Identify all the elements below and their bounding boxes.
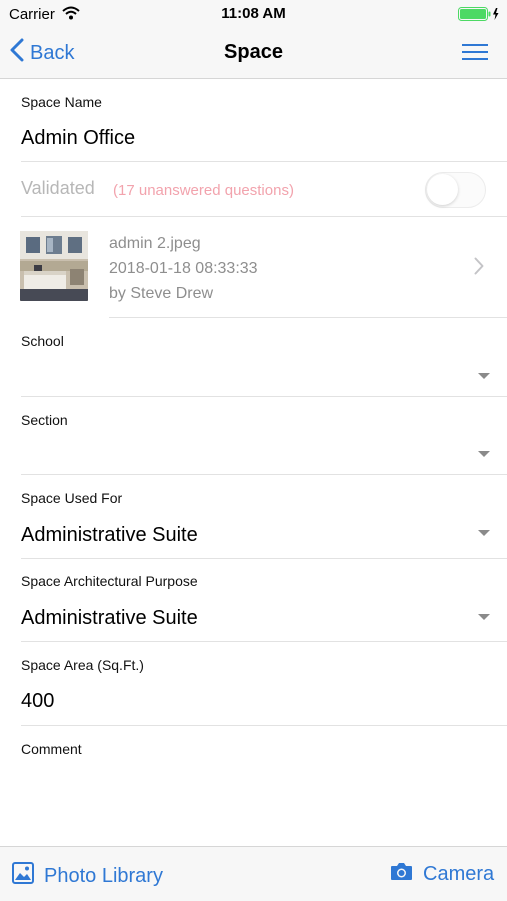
space-name-value[interactable]: Admin Office: [21, 127, 135, 150]
photo-author: by Steve Drew: [109, 285, 214, 302]
space-used-for-value: Administrative Suite: [21, 524, 198, 546]
section-label: Section: [21, 412, 68, 428]
photo-library-button[interactable]: Photo Library: [12, 862, 163, 890]
school-label: School: [21, 333, 64, 349]
status-bar: Carrier 11:08 AM: [0, 0, 507, 28]
space-used-for-label: Space Used For: [21, 490, 123, 506]
chevron-down-icon: [478, 614, 490, 620]
back-label: Back: [30, 41, 75, 64]
photo-datetime: 2018-01-18 08:33:33: [109, 260, 258, 277]
battery-icon: [458, 7, 500, 26]
page-title: Space: [224, 41, 283, 63]
unanswered-questions-note: (17 unanswered questions): [113, 182, 294, 199]
architectural-purpose-dropdown[interactable]: Space Architectural Purpose Administrati…: [0, 559, 507, 641]
photo-library-label: Photo Library: [44, 864, 163, 887]
divider: [21, 161, 507, 162]
camera-icon: [390, 862, 423, 887]
space-name-label: Space Name: [21, 94, 102, 110]
chevron-down-icon: [478, 373, 490, 379]
space-used-for-dropdown[interactable]: Space Used For Administrative Suite: [0, 475, 507, 558]
camera-label: Camera: [423, 863, 495, 885]
bottom-toolbar: Photo Library Camera: [0, 846, 507, 901]
space-area-value[interactable]: 400: [21, 690, 54, 713]
space-name-field[interactable]: Space Name Admin Office: [0, 79, 507, 161]
chevron-right-icon: [474, 257, 484, 280]
chevron-left-icon: [10, 38, 30, 68]
chevron-down-icon: [478, 451, 490, 457]
space-area-field[interactable]: Space Area (Sq.Ft.) 400: [0, 642, 507, 725]
section-dropdown[interactable]: Section: [0, 397, 507, 474]
toggle-knob: [427, 174, 458, 205]
comment-label: Comment: [21, 741, 82, 757]
architectural-purpose-label: Space Architectural Purpose: [21, 573, 198, 589]
camera-button[interactable]: Camera: [390, 862, 494, 887]
photo-library-icon: [12, 862, 44, 890]
school-dropdown[interactable]: School: [0, 318, 507, 396]
architectural-purpose-value: Administrative Suite: [21, 607, 198, 629]
validated-toggle[interactable]: [425, 172, 486, 208]
comment-field[interactable]: Comment: [0, 726, 507, 844]
space-area-label: Space Area (Sq.Ft.): [21, 657, 144, 673]
hamburger-menu-icon[interactable]: [462, 44, 488, 62]
back-button[interactable]: Back: [10, 38, 74, 68]
chevron-down-icon: [478, 530, 490, 536]
navigation-bar: Back Space: [0, 28, 507, 79]
validated-label: Validated: [21, 178, 95, 198]
photo-filename: admin 2.jpeg: [109, 235, 201, 252]
photo-thumbnail: [20, 231, 88, 301]
status-time: 11:08 AM: [221, 5, 286, 22]
photo-attachment-row[interactable]: admin 2.jpeg 2018-01-18 08:33:33 by Stev…: [0, 217, 507, 317]
